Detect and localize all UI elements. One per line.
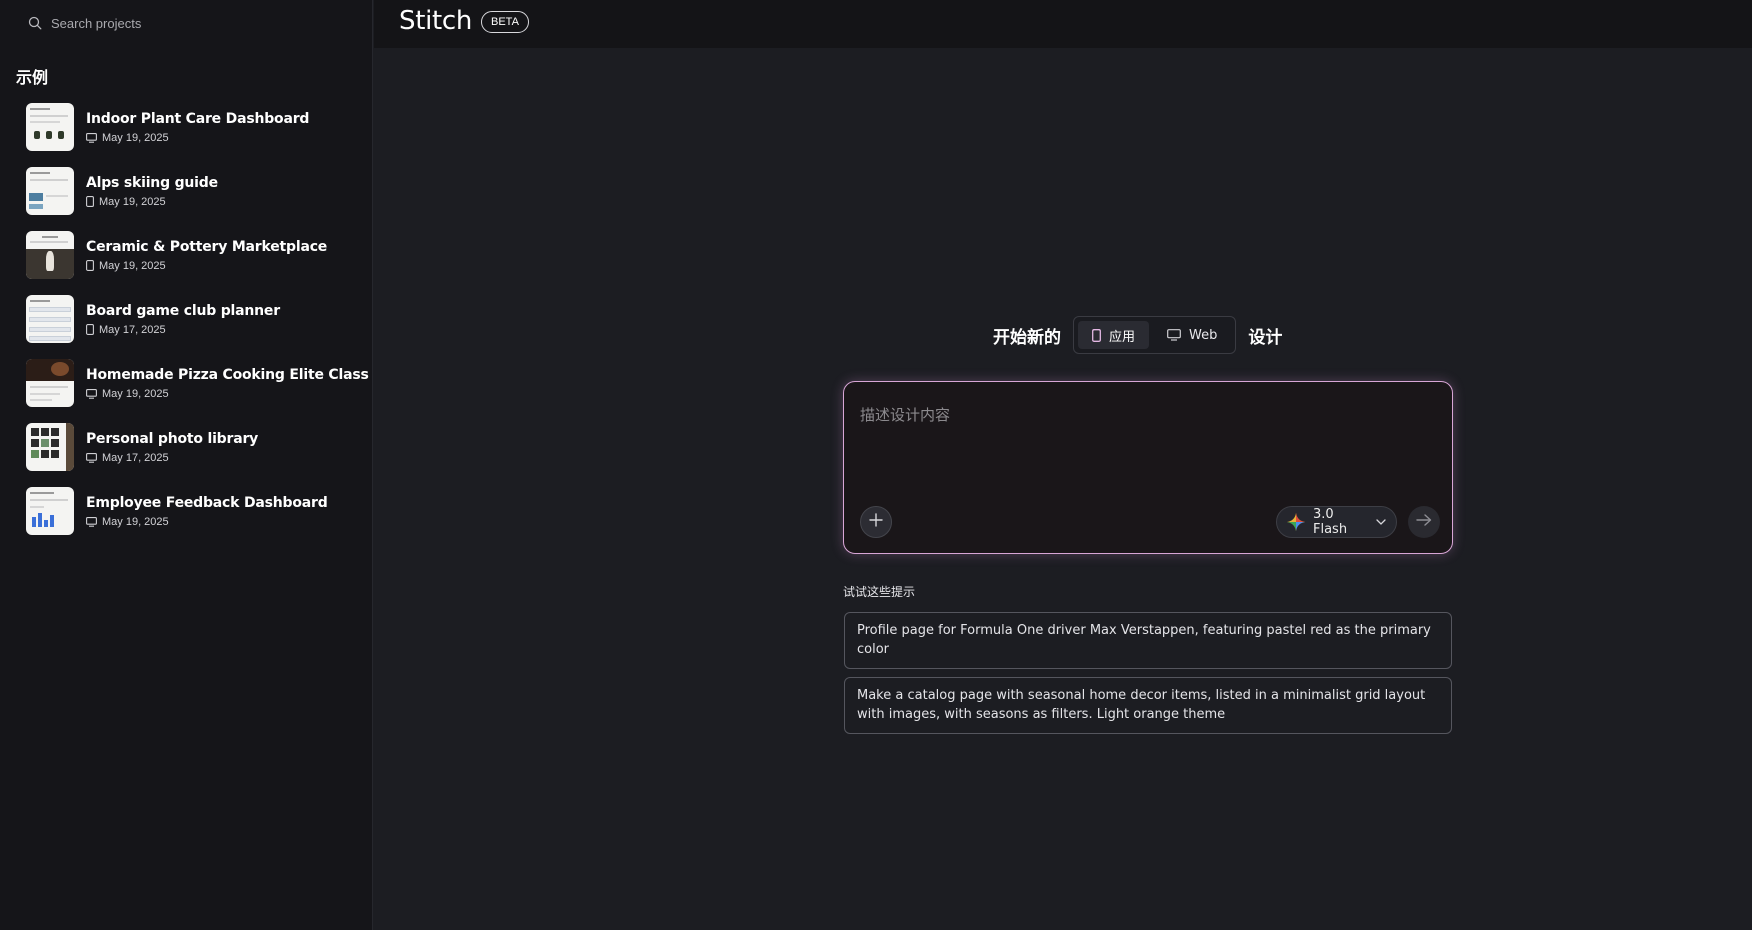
project-item[interactable]: Ceramic & Pottery Marketplace May 19, 20…	[26, 231, 369, 279]
project-item[interactable]: Alps skiing guide May 19, 2025	[26, 167, 369, 215]
section-title: 示例	[16, 68, 49, 87]
hint-card[interactable]: Make a catalog page with seasonal home d…	[844, 677, 1452, 734]
search-bar[interactable]	[28, 13, 311, 33]
project-item[interactable]: Indoor Plant Care Dashboard May 19, 2025	[26, 103, 369, 151]
segment-label: Web	[1189, 327, 1218, 343]
mobile-icon	[86, 324, 94, 335]
mobile-icon	[1092, 328, 1101, 342]
project-title: Indoor Plant Care Dashboard	[86, 110, 310, 127]
desktop-icon	[86, 132, 97, 143]
project-item[interactable]: Board game club planner May 17, 2025	[26, 295, 369, 343]
prompt-input[interactable]	[860, 404, 1430, 484]
project-title: Personal photo library	[86, 430, 259, 447]
project-date: May 19, 2025	[102, 515, 169, 528]
project-list: Indoor Plant Care Dashboard May 19, 2025…	[26, 103, 369, 551]
gemini-sparkle-icon	[1287, 513, 1305, 531]
project-thumbnail	[26, 295, 74, 343]
project-thumbnail	[26, 487, 74, 535]
mobile-icon	[86, 260, 94, 271]
project-thumbnail	[26, 103, 74, 151]
project-title: Homemade Pizza Cooking Elite Class	[86, 366, 369, 383]
project-thumbnail	[26, 167, 74, 215]
chevron-down-icon	[1376, 519, 1386, 525]
brand-logo[interactable]: Stitch	[399, 6, 472, 36]
search-icon	[28, 16, 42, 30]
project-thumbnail	[26, 231, 74, 279]
add-attachment-button[interactable]	[860, 506, 892, 538]
project-title: Employee Feedback Dashboard	[86, 494, 328, 511]
hint-card[interactable]: Profile page for Formula One driver Max …	[844, 612, 1452, 669]
mobile-icon	[86, 196, 94, 207]
segment-web[interactable]: Web	[1153, 321, 1231, 349]
hints-title: 试试这些提示	[843, 585, 916, 599]
desktop-icon	[86, 388, 97, 399]
desktop-icon	[86, 516, 97, 527]
project-item[interactable]: Employee Feedback Dashboard May 19, 2025	[26, 487, 369, 535]
project-date: May 17, 2025	[99, 323, 166, 336]
beta-badge: BETA	[481, 11, 529, 33]
project-date: May 19, 2025	[102, 131, 169, 144]
top-header: Stitch BETA	[374, 0, 1752, 48]
segment-app[interactable]: 应用	[1078, 321, 1150, 349]
start-suffix: 设计	[1248, 327, 1283, 348]
prompt-composer: 3.0 Flash	[843, 381, 1453, 554]
start-design-row: 开始新的 应用 Web 设计	[993, 316, 1282, 354]
arrow-right-icon	[1416, 513, 1432, 531]
model-selector[interactable]: 3.0 Flash	[1276, 506, 1397, 538]
segment-label: 应用	[1109, 329, 1136, 345]
project-date: May 19, 2025	[102, 387, 169, 400]
project-date: May 19, 2025	[99, 259, 166, 272]
search-input[interactable]	[51, 15, 311, 31]
project-date: May 19, 2025	[99, 195, 166, 208]
start-prefix: 开始新的	[993, 327, 1061, 348]
project-item[interactable]: Homemade Pizza Cooking Elite Class May 1…	[26, 359, 369, 407]
desktop-icon	[1167, 329, 1181, 341]
desktop-icon	[86, 452, 97, 463]
model-label: 3.0 Flash	[1313, 507, 1348, 537]
sidebar: 示例 Indoor Plant Care Dashboard May 19, 2…	[0, 0, 373, 930]
project-thumbnail	[26, 359, 74, 407]
project-date: May 17, 2025	[102, 451, 169, 464]
project-title: Board game club planner	[86, 302, 280, 319]
send-button[interactable]	[1408, 506, 1440, 538]
project-title: Alps skiing guide	[86, 174, 218, 191]
plus-icon	[869, 512, 883, 532]
platform-toggle: 应用 Web	[1073, 316, 1237, 354]
project-title: Ceramic & Pottery Marketplace	[86, 238, 328, 255]
project-item[interactable]: Personal photo library May 17, 2025	[26, 423, 369, 471]
project-thumbnail	[26, 423, 74, 471]
